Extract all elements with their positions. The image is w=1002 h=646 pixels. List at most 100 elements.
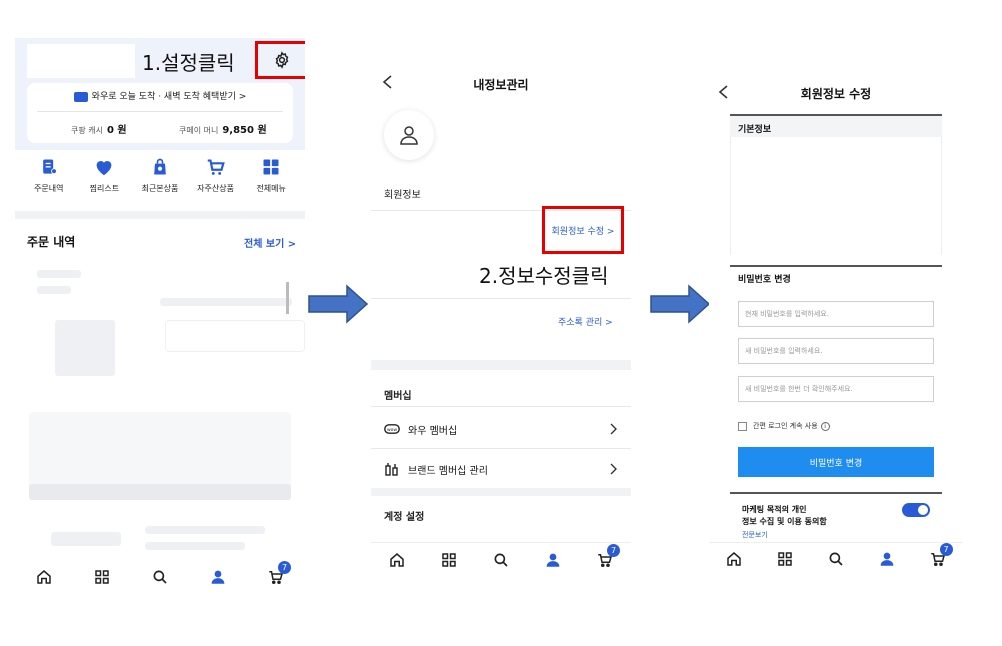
nav-home[interactable] <box>24 563 64 591</box>
my-coupang-screen: 1.설정클릭 와우로 오늘 도착 · 새벽 도착 혜택받기 > 쿠팡 캐시 0 원… <box>15 38 305 593</box>
membership-title: 멤버십 <box>384 391 412 402</box>
nav-cart[interactable]: 7 <box>918 542 958 573</box>
order-history-title: 주문 내역 <box>27 235 76 249</box>
divider <box>371 406 631 407</box>
nav-home[interactable] <box>377 546 417 574</box>
wow-membership-row[interactable]: wow 와우 멤버십 <box>384 418 618 440</box>
info-icon[interactable]: i <box>820 421 830 431</box>
member-info-label: 회원정보 <box>384 190 421 201</box>
section-top-border <box>730 265 942 267</box>
basic-info-content <box>730 137 942 255</box>
divider <box>371 448 631 449</box>
card-divider <box>37 111 283 112</box>
new-password-input[interactable]: 새 비밀번호를 입력하세요. <box>738 338 934 364</box>
shortcut-frequent[interactable]: 자주산상품 <box>189 156 243 204</box>
chevron-right-icon <box>610 463 617 475</box>
section-divider <box>371 360 631 370</box>
settings-button[interactable] <box>255 41 305 79</box>
nav-search[interactable] <box>816 545 856 573</box>
receipt-icon <box>38 156 60 178</box>
brand-tools-icon <box>385 463 398 476</box>
nav-my[interactable] <box>198 563 238 591</box>
nav-my[interactable] <box>867 545 907 573</box>
faded-order-content <box>15 260 305 560</box>
benefit-card: 와우로 오늘 도착 · 새벽 도착 혜택받기 > 쿠팡 캐시 0 원 쿠페이 머니… <box>27 83 293 143</box>
nav-category[interactable] <box>429 546 469 574</box>
flow-arrow-1 <box>308 284 368 324</box>
bottom-navigation: 7 <box>15 560 305 593</box>
change-password-button[interactable]: 비밀번호 변경 <box>738 447 934 477</box>
search-icon <box>829 552 843 566</box>
brand-membership-row[interactable]: 브랜드 멤버십 관리 <box>384 458 618 480</box>
search-box-edge <box>286 282 289 314</box>
step1-instruction: 1.설정클릭 <box>142 51 235 75</box>
nav-category[interactable] <box>82 563 122 591</box>
nav-cart[interactable]: 7 <box>585 543 625 574</box>
order-view-all-link[interactable]: 전체 보기 > <box>244 235 296 250</box>
grid-icon <box>778 551 792 566</box>
shortcut-all-menu[interactable]: 전체메뉴 <box>244 156 298 204</box>
bottom-navigation: 7 <box>709 542 963 574</box>
nav-search[interactable] <box>140 563 180 591</box>
cart-count-badge: 7 <box>607 543 620 557</box>
home-icon <box>37 570 51 584</box>
marketing-consent-toggle[interactable] <box>902 503 930 517</box>
page-title: 내정보관리 <box>473 78 529 92</box>
masked-user-name <box>27 44 135 78</box>
page-title: 회원정보 수정 <box>800 87 872 101</box>
nav-search[interactable] <box>481 546 521 574</box>
search-icon <box>153 570 167 584</box>
checkbox-box[interactable] <box>738 421 747 431</box>
cart-refresh-icon <box>205 156 227 178</box>
nav-home[interactable] <box>714 545 754 573</box>
svg-text:wow: wow <box>387 428 397 433</box>
edit-member-info-button[interactable]: 회원정보 수정 > <box>542 206 624 254</box>
account-settings-title: 계정 설정 <box>384 512 425 523</box>
confirm-password-input[interactable]: 새 비밀번호를 한번 더 확인해주세요. <box>738 376 934 402</box>
cart-count-badge: 7 <box>278 561 291 574</box>
wow-badge-icon: wow <box>384 424 400 434</box>
heart-icon <box>93 156 115 178</box>
user-icon <box>211 570 225 584</box>
shopping-bag-icon <box>149 156 171 178</box>
avatar[interactable] <box>384 110 434 160</box>
address-book-link[interactable]: 주소록 관리 > <box>558 310 613 329</box>
nav-cart[interactable]: 7 <box>256 561 296 591</box>
home-icon <box>727 551 742 566</box>
home-icon <box>390 552 404 567</box>
flow-arrow-2 <box>650 284 710 324</box>
coupang-cash[interactable]: 쿠팡 캐시 0 원 <box>71 121 127 136</box>
section-top-border <box>730 492 942 494</box>
user-outline-icon <box>400 126 418 145</box>
cart-count-badge: 7 <box>939 542 953 556</box>
shortcut-row: 주문내역 찜리스트 최근본상품 자주산상품 전체메뉴 <box>15 156 305 204</box>
user-icon <box>880 552 894 566</box>
shortcut-wishlist[interactable]: 찜리스트 <box>77 156 131 204</box>
marketing-consent-text: 마케팅 목적의 개인 정보 수집 및 이용 동의함 <box>742 505 827 526</box>
grid-icon <box>260 156 282 178</box>
rocket-truck-icon <box>73 91 88 102</box>
edit-member-info-screen: 회원정보 수정 기본정보 비밀번호 변경 현재 비밀번호를 입력하세요. 새 비… <box>709 70 963 575</box>
keep-login-checkbox[interactable]: 간편 로그인 계속 사용 i <box>738 421 830 431</box>
shortcut-recent[interactable]: 최근본상품 <box>133 156 187 204</box>
grid-icon <box>95 570 109 584</box>
bottom-navigation: 7 <box>371 542 631 576</box>
wow-benefit-link[interactable]: 와우로 오늘 도착 · 새벽 도착 혜택받기 > <box>27 89 293 102</box>
grid-icon <box>442 552 456 567</box>
step2-instruction: 2.정보수정클릭 <box>479 264 609 288</box>
full-text-link[interactable]: 전문보기 <box>742 530 768 540</box>
chevron-right-icon <box>610 423 617 435</box>
current-password-input[interactable]: 현재 비밀번호를 입력하세요. <box>738 301 934 327</box>
user-icon <box>546 553 560 567</box>
basic-info-label: 기본정보 <box>738 125 772 135</box>
section-divider <box>371 488 631 496</box>
account-header: 1.설정클릭 와우로 오늘 도착 · 새벽 도착 혜택받기 > 쿠팡 캐시 0 원… <box>15 38 305 150</box>
nav-category[interactable] <box>765 545 805 573</box>
divider <box>371 298 631 299</box>
my-info-screen: 내정보관리 회원정보 회원정보 수정 > 2.정보수정클릭 주소록 관리 > 멤… <box>371 60 631 580</box>
section-divider <box>15 211 305 219</box>
shortcut-orders[interactable]: 주문내역 <box>22 156 76 204</box>
coupay-money[interactable]: 쿠페이 머니 9,850 원 <box>179 121 267 136</box>
nav-my[interactable] <box>533 546 573 574</box>
search-icon <box>494 553 508 567</box>
